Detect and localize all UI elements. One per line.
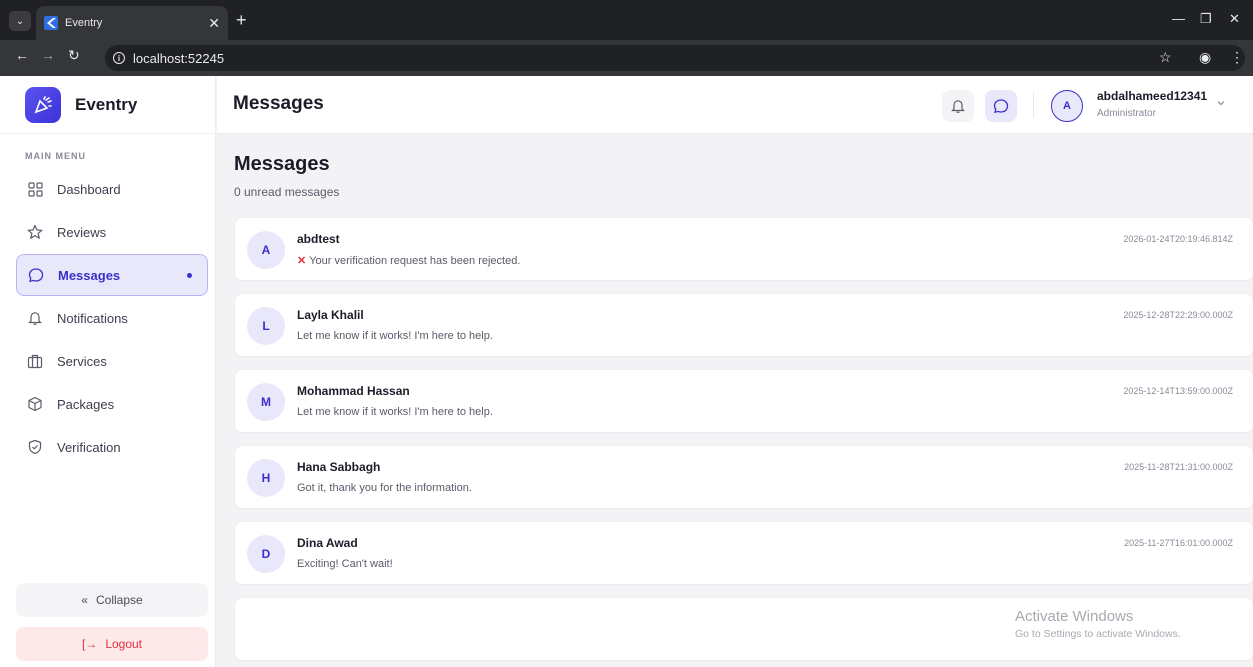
chat-icon [28, 267, 44, 283]
message-sender: abdtest [297, 232, 340, 246]
url-text: localhost:52245 [133, 50, 225, 66]
message-preview: Let me know if it works! I'm here to hel… [297, 406, 493, 418]
message-card[interactable]: L Layla Khalil Let me know if it works! … [234, 293, 1253, 357]
sidebar-item-label: Messages [58, 267, 121, 283]
party-popper-logo-icon [25, 86, 61, 123]
active-indicator-dot [187, 272, 192, 278]
sidebar-item-dashboard[interactable]: Dashboard [16, 168, 208, 210]
chevron-down-icon[interactable] [1216, 98, 1226, 108]
back-icon[interactable]: ← [15, 47, 29, 63]
message-preview: Let me know if it works! I'm here to hel… [297, 330, 493, 342]
message-timestamp: 2025-12-28T22:29:00.000Z [1123, 310, 1233, 320]
message-preview: Exciting! Can't wait! [297, 558, 393, 570]
message-timestamp: 2025-11-27T16:01:00.000Z [1124, 538, 1233, 548]
sidebar-item-verification[interactable]: Verification [16, 426, 208, 468]
main-content: Messages 0 unread messages A abdtest ✕ Yo… [217, 134, 1253, 667]
sidebar-item-label: Verification [57, 439, 121, 455]
message-sender: Mohammad Hassan [297, 384, 410, 398]
avatar: H [247, 459, 285, 497]
user-avatar[interactable]: A [1051, 90, 1083, 122]
sidebar-item-label: Reviews [57, 224, 107, 240]
user-role: Administrator [1097, 108, 1156, 119]
sidebar-item-notifications[interactable]: Notifications [16, 297, 208, 339]
topbar-divider [1033, 92, 1034, 118]
shield-check-icon [27, 439, 43, 455]
chat-icon [993, 99, 1009, 114]
message-card[interactable]: H Hana Sabbagh Got it, thank you for the… [234, 445, 1253, 509]
page-title: Messages [234, 153, 330, 175]
message-timestamp: 2026-01-24T20:19:46.814Z [1123, 234, 1233, 244]
message-list: A abdtest ✕ Your verification request has… [234, 217, 1253, 667]
menu-section-label: MAIN MENU [25, 151, 86, 161]
avatar: D [247, 535, 285, 573]
notifications-button[interactable] [942, 90, 974, 122]
profile-icon[interactable]: ◉ [1199, 49, 1211, 66]
sidebar-item-label: Notifications [57, 310, 128, 326]
sidebar-item-label: Services [57, 353, 107, 369]
restore-icon[interactable]: ❐ [1200, 11, 1212, 27]
red-x-icon: ✕ [297, 255, 307, 267]
logout-label: Logout [105, 637, 143, 651]
browser-tabstrip: ⌄ Eventry ✕ + — ❐ ✕ [0, 0, 1253, 40]
forward-icon[interactable]: → [41, 47, 55, 63]
message-timestamp: 2025-11-28T21:31:00.000Z [1124, 462, 1233, 472]
avatar: A [247, 231, 285, 269]
minimize-icon[interactable]: — [1172, 11, 1185, 26]
main-menu: Dashboard Reviews Messages Notifications… [16, 168, 208, 469]
logout-icon: [→ [81, 637, 98, 651]
bell-icon [951, 100, 965, 113]
brand[interactable]: Eventry [0, 76, 215, 134]
sidebar-item-label: Dashboard [57, 181, 121, 197]
watermark-title: Activate Windows [1015, 608, 1134, 625]
reload-icon[interactable]: ↻ [68, 47, 80, 64]
more-menu-icon[interactable]: ⋮ [1230, 49, 1244, 66]
logout-button[interactable]: [→ Logout [16, 627, 208, 661]
grid-icon [27, 181, 43, 197]
sidebar: Eventry MAIN MENU Dashboard Reviews Mess [0, 76, 216, 667]
briefcase-icon [27, 353, 43, 369]
message-card[interactable]: M Mohammad Hassan Let me know if it work… [234, 369, 1253, 433]
watermark-subtitle: Go to Settings to activate Windows. [1015, 628, 1181, 640]
topbar: Messages A abdalhameed12341 Administrato… [217, 76, 1253, 134]
sidebar-item-services[interactable]: Services [16, 340, 208, 382]
app: Eventry MAIN MENU Dashboard Reviews Mess [0, 76, 1253, 667]
window-close-icon[interactable]: ✕ [1229, 11, 1240, 27]
message-sender: Hana Sabbagh [297, 460, 381, 474]
bookmark-star-icon[interactable]: ☆ [1159, 49, 1172, 66]
flutter-favicon-icon [44, 16, 58, 30]
message-preview: Got it, thank you for the information. [297, 482, 472, 494]
tab-close-icon[interactable]: ✕ [208, 15, 220, 32]
unread-count: 0 unread messages [234, 185, 340, 199]
message-preview-text: Your verification request has been rejec… [309, 255, 521, 267]
activate-windows-watermark: Activate Windows Go to Settings to activ… [1015, 608, 1181, 640]
collapse-button[interactable]: « Collapse [16, 583, 208, 617]
message-card[interactable]: D Dina Awad Exciting! Can't wait! 2025-1… [234, 521, 1253, 585]
avatar: L [247, 307, 285, 345]
collapse-label: Collapse [95, 593, 143, 607]
sidebar-item-packages[interactable]: Packages [16, 383, 208, 425]
sidebar-item-messages[interactable]: Messages [16, 254, 208, 296]
omnibox[interactable]: i localhost:52245 [105, 45, 1245, 71]
brand-name: Eventry [75, 94, 138, 114]
message-sender: Dina Awad [297, 536, 358, 550]
avatar: M [247, 383, 285, 421]
box-icon [27, 396, 43, 412]
message-card[interactable]: A abdtest ✕ Your verification request has… [234, 217, 1253, 281]
bell-icon [27, 310, 43, 326]
browser-tab[interactable]: Eventry ✕ [36, 6, 228, 40]
message-sender: Layla Khalil [297, 308, 364, 322]
sidebar-item-label: Packages [57, 396, 115, 412]
user-name[interactable]: abdalhameed12341 [1097, 89, 1207, 103]
messages-button[interactable] [985, 90, 1017, 122]
topbar-title: Messages [233, 93, 324, 114]
tab-search-button[interactable]: ⌄ [9, 11, 31, 31]
site-info-icon[interactable]: i [113, 52, 125, 64]
new-tab-icon[interactable]: + [236, 10, 247, 31]
sidebar-item-reviews[interactable]: Reviews [16, 211, 208, 253]
star-icon [27, 224, 43, 240]
message-timestamp: 2025-12-14T13:59:00.000Z [1123, 386, 1233, 396]
double-chevron-left-icon: « [81, 593, 88, 607]
message-preview: ✕ Your verification request has been reje… [297, 254, 520, 267]
tab-title: Eventry [65, 17, 103, 29]
